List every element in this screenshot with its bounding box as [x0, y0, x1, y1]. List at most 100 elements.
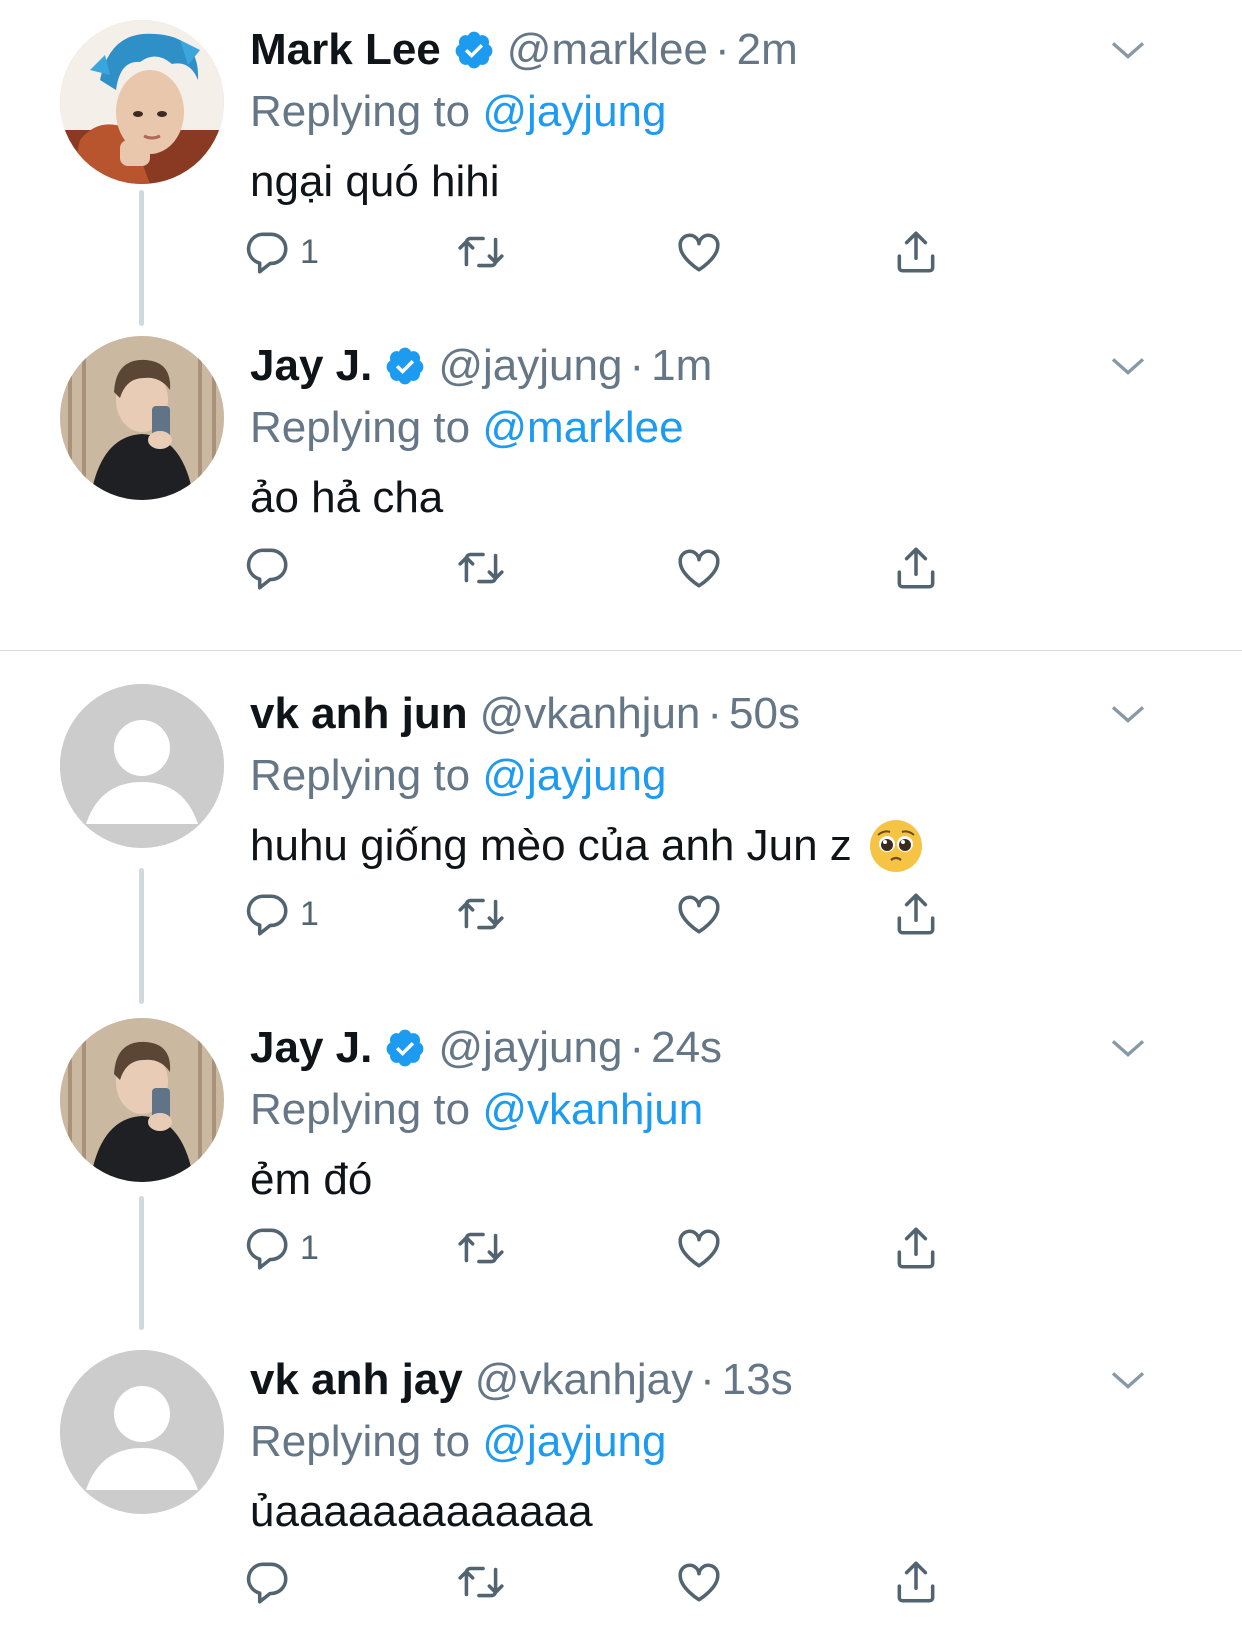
- tweet-text-content: ẻm đó: [250, 1155, 373, 1204]
- like-button[interactable]: [674, 222, 724, 282]
- replying-prefix: Replying to: [250, 87, 471, 136]
- reply-button[interactable]: 1: [242, 222, 319, 282]
- replying-to: Replying to @jayjung: [250, 80, 1162, 144]
- timestamp[interactable]: 13s: [722, 1355, 793, 1405]
- timestamp[interactable]: 1m: [651, 341, 712, 391]
- reply-icon: [246, 548, 288, 590]
- tweet-text: huhu giống mèo của anh Jun z: [250, 808, 1162, 884]
- retweet-icon: [458, 236, 504, 268]
- display-name[interactable]: Jay J.: [250, 341, 372, 391]
- display-name[interactable]: vk anh jay: [250, 1355, 463, 1405]
- tweet[interactable]: vk anh jay @vkanhjay · 13s Replying to @…: [0, 1350, 1242, 1640]
- timestamp[interactable]: 2m: [737, 25, 798, 75]
- share-button[interactable]: [891, 222, 941, 282]
- like-button[interactable]: [674, 884, 724, 944]
- like-button[interactable]: [674, 538, 724, 598]
- conversation-divider: [0, 650, 1242, 651]
- tweet-text-content: ảo hả cha: [250, 473, 444, 522]
- share-icon: [897, 893, 935, 935]
- reply-button[interactable]: [242, 538, 300, 598]
- share-icon: [897, 547, 935, 589]
- retweet-button[interactable]: [456, 1218, 506, 1278]
- replying-to: Replying to @jayjung: [250, 744, 1162, 808]
- mention-link[interactable]: @jayjung: [482, 87, 666, 136]
- replying-prefix: Replying to: [250, 751, 471, 800]
- like-icon: [678, 895, 720, 934]
- mention-link[interactable]: @marklee: [482, 403, 683, 452]
- display-name[interactable]: Jay J.: [250, 1023, 372, 1073]
- tweet-text: ẻm đó: [250, 1142, 1162, 1218]
- handle[interactable]: @marklee: [507, 25, 708, 75]
- retweet-button[interactable]: [456, 1552, 506, 1612]
- like-button[interactable]: [674, 1552, 724, 1612]
- reply-button[interactable]: 1: [242, 884, 319, 944]
- thread-line: [139, 1196, 144, 1330]
- default-avatar-icon: [60, 1350, 224, 1514]
- tweet-text-content: ngại quó hihi: [250, 157, 500, 206]
- avatar-photo: [60, 336, 224, 500]
- chevron-down-icon[interactable]: [1108, 1360, 1148, 1400]
- chevron-down-icon[interactable]: [1108, 1028, 1148, 1068]
- share-icon: [897, 1227, 935, 1269]
- chevron-down-icon[interactable]: [1108, 694, 1148, 734]
- replying-prefix: Replying to: [250, 403, 471, 452]
- mention-link[interactable]: @jayjung: [482, 1417, 666, 1466]
- reply-count: 1: [300, 894, 319, 933]
- retweet-icon: [458, 1232, 504, 1264]
- handle[interactable]: @vkanhjay: [475, 1355, 693, 1405]
- handle[interactable]: @jayjung: [438, 1023, 622, 1073]
- retweet-icon: [458, 552, 504, 584]
- dot-separator: ·: [700, 1355, 715, 1404]
- verified-badge-icon: [386, 1029, 424, 1067]
- dot-separator: ·: [707, 689, 723, 738]
- thread-line: [139, 190, 144, 326]
- retweet-button[interactable]: [456, 222, 506, 282]
- handle[interactable]: @jayjung: [438, 341, 622, 391]
- reply-button[interactable]: 1: [242, 1218, 319, 1278]
- tweet[interactable]: Jay J. @jayjung · 1m Replying to @markle…: [0, 336, 1242, 616]
- like-button[interactable]: [674, 1218, 724, 1278]
- pleading-face-emoji-icon: [869, 820, 922, 872]
- share-button[interactable]: [891, 538, 941, 598]
- display-name[interactable]: Mark Lee: [250, 25, 441, 75]
- tweet-text: ủaaaaaaaaaaaaa: [250, 1474, 1162, 1550]
- action-bar: 1: [246, 884, 1010, 944]
- tweet-text-content: ủaaaaaaaaaaaaa: [250, 1487, 593, 1536]
- dot-separator: ·: [629, 1023, 645, 1072]
- retweet-button[interactable]: [456, 538, 506, 598]
- like-icon: [678, 549, 720, 588]
- action-bar: 1: [246, 1218, 1010, 1278]
- retweet-button[interactable]: [456, 884, 506, 944]
- dot-separator: ·: [629, 341, 645, 390]
- share-button[interactable]: [891, 1552, 941, 1612]
- mention-link[interactable]: @vkanhjun: [482, 1085, 703, 1134]
- avatar[interactable]: [60, 20, 224, 184]
- timestamp[interactable]: 50s: [729, 689, 800, 739]
- avatar[interactable]: [60, 684, 224, 848]
- replying-prefix: Replying to: [250, 1417, 471, 1466]
- tweet[interactable]: Jay J. @jayjung · 24s Replying to @vkanh…: [0, 1018, 1242, 1330]
- tweet[interactable]: Mark Lee @marklee · 2m Replying to @jayj…: [0, 20, 1242, 326]
- retweet-icon: [458, 1566, 504, 1598]
- chevron-down-icon[interactable]: [1108, 30, 1148, 70]
- reply-icon: [246, 1562, 288, 1604]
- mention-link[interactable]: @jayjung: [482, 751, 666, 800]
- handle[interactable]: @vkanhjun: [480, 689, 701, 739]
- avatar[interactable]: [60, 1018, 224, 1182]
- timestamp[interactable]: 24s: [651, 1023, 722, 1073]
- share-button[interactable]: [891, 884, 941, 944]
- chevron-down-icon[interactable]: [1108, 346, 1148, 386]
- avatar[interactable]: [60, 336, 224, 500]
- avatar-photo: [60, 20, 224, 184]
- tweet-text: ngại quó hihi: [250, 144, 1162, 220]
- display-name[interactable]: vk anh jun: [250, 689, 468, 739]
- reply-count: 1: [300, 232, 319, 271]
- reply-button[interactable]: [242, 1552, 300, 1612]
- avatar[interactable]: [60, 1350, 224, 1514]
- share-button[interactable]: [891, 1218, 941, 1278]
- tweet[interactable]: vk anh jun @vkanhjun · 50s Replying to @…: [0, 684, 1242, 1004]
- action-bar: 1: [246, 222, 1010, 282]
- replying-prefix: Replying to: [250, 1085, 471, 1134]
- share-icon: [897, 231, 935, 273]
- replying-to: Replying to @jayjung: [250, 1410, 1162, 1474]
